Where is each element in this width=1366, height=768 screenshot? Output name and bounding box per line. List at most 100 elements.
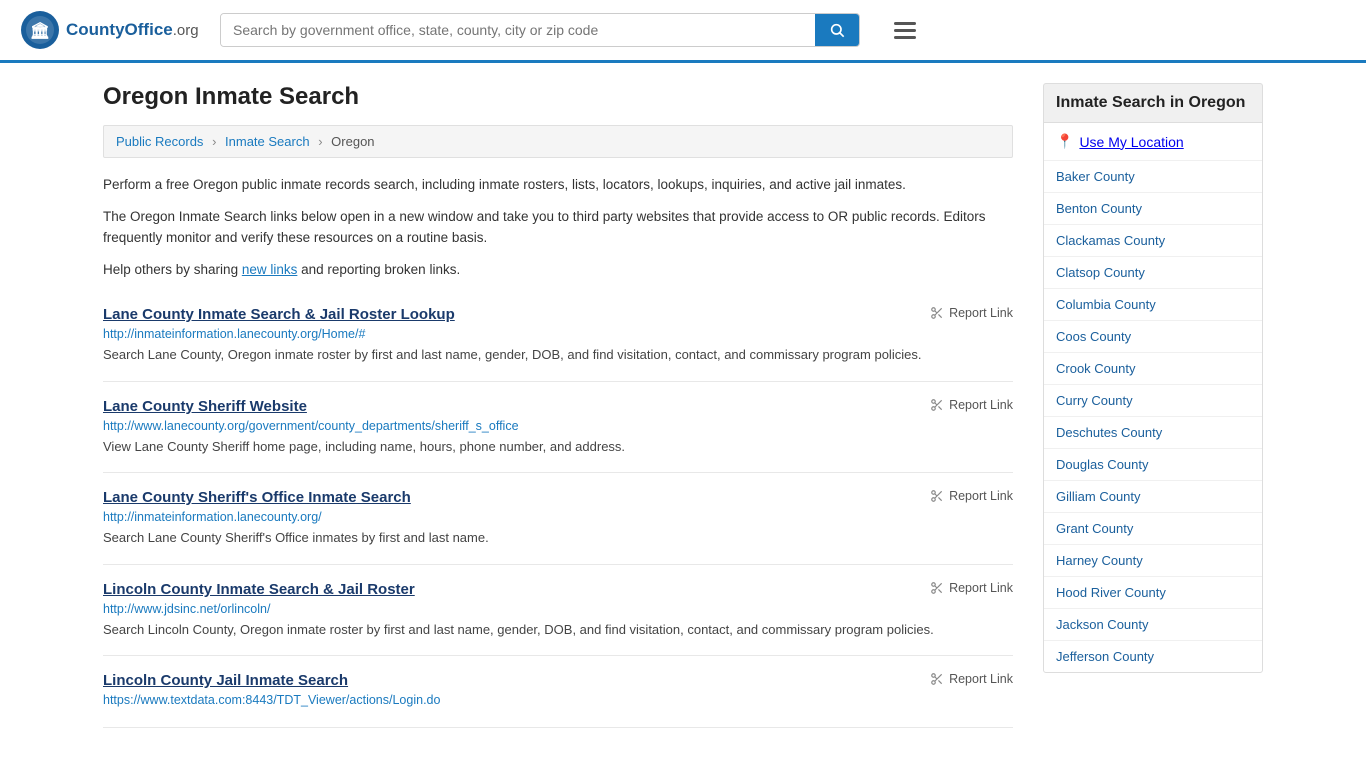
search-button[interactable] — [815, 14, 859, 46]
search-icon — [829, 22, 845, 38]
breadcrumb: Public Records › Inmate Search › Oregon — [103, 125, 1013, 158]
sidebar-county-item: Harney County — [1044, 545, 1262, 577]
county-list: Baker County Benton County Clackamas Count… — [1044, 161, 1262, 672]
sidebar-county-item: Baker County — [1044, 161, 1262, 193]
description-p1: Perform a free Oregon public inmate reco… — [103, 174, 1013, 196]
report-link-2[interactable]: Report Link — [930, 489, 1013, 503]
county-link-10[interactable]: Gilliam County — [1056, 489, 1141, 504]
new-links-link[interactable]: new links — [242, 262, 298, 277]
description: Perform a free Oregon public inmate reco… — [103, 174, 1013, 280]
result-item: Lincoln County Jail Inmate Search Report… — [103, 656, 1013, 728]
county-link-7[interactable]: Curry County — [1056, 393, 1133, 408]
result-header: Lincoln County Jail Inmate Search Report… — [103, 672, 1013, 689]
result-url-4[interactable]: https://www.textdata.com:8443/TDT_Viewer… — [103, 693, 1013, 707]
logo-area: 🏛 CountyOffice.org — [20, 10, 200, 50]
result-item: Lane County Inmate Search & Jail Roster … — [103, 290, 1013, 382]
sidebar-county-item: Deschutes County — [1044, 417, 1262, 449]
menu-line-1 — [894, 22, 916, 25]
result-url-2[interactable]: http://inmateinformation.lanecounty.org/ — [103, 510, 1013, 524]
result-desc-0: Search Lane County, Oregon inmate roster… — [103, 345, 1013, 365]
sidebar-title: Inmate Search in Oregon — [1043, 83, 1263, 122]
result-title-4[interactable]: Lincoln County Jail Inmate Search — [103, 672, 348, 689]
result-header: Lane County Sheriff's Office Inmate Sear… — [103, 489, 1013, 506]
result-item: Lane County Sheriff's Office Inmate Sear… — [103, 473, 1013, 565]
results-list: Lane County Inmate Search & Jail Roster … — [103, 290, 1013, 728]
sidebar-county-item: Douglas County — [1044, 449, 1262, 481]
sidebar-county-item: Columbia County — [1044, 289, 1262, 321]
county-link-9[interactable]: Douglas County — [1056, 457, 1149, 472]
result-desc-2: Search Lane County Sheriff's Office inma… — [103, 528, 1013, 548]
sidebar-county-item: Jackson County — [1044, 609, 1262, 641]
sidebar-county-item: Coos County — [1044, 321, 1262, 353]
menu-line-3 — [894, 36, 916, 39]
sidebar-list: 📍 Use My Location Baker County Benton Cou… — [1043, 122, 1263, 673]
county-link-1[interactable]: Benton County — [1056, 201, 1142, 216]
county-link-8[interactable]: Deschutes County — [1056, 425, 1162, 440]
scissors-icon — [930, 581, 944, 595]
content-area: Oregon Inmate Search Public Records › In… — [103, 83, 1013, 728]
menu-line-2 — [894, 29, 916, 32]
county-link-12[interactable]: Harney County — [1056, 553, 1143, 568]
sidebar-county-item: Clackamas County — [1044, 225, 1262, 257]
description-p2: The Oregon Inmate Search links below ope… — [103, 206, 1013, 249]
result-url-3[interactable]: http://www.jdsinc.net/orlincoln/ — [103, 602, 1013, 616]
report-link-4[interactable]: Report Link — [930, 672, 1013, 686]
county-link-0[interactable]: Baker County — [1056, 169, 1135, 184]
breadcrumb-public-records[interactable]: Public Records — [116, 134, 203, 149]
breadcrumb-separator-2: › — [318, 134, 322, 149]
report-link-3[interactable]: Report Link — [930, 581, 1013, 595]
sidebar-county-item: Crook County — [1044, 353, 1262, 385]
county-link-15[interactable]: Jefferson County — [1056, 649, 1154, 664]
description-p3: Help others by sharing new links and rep… — [103, 259, 1013, 281]
search-container — [220, 13, 860, 47]
sidebar-county-item: Jefferson County — [1044, 641, 1262, 672]
sidebar-county-item: Grant County — [1044, 513, 1262, 545]
report-link-0[interactable]: Report Link — [930, 306, 1013, 320]
report-link-1[interactable]: Report Link — [930, 398, 1013, 412]
svg-text:🏛: 🏛 — [30, 21, 50, 40]
main-wrapper: Oregon Inmate Search Public Records › In… — [83, 63, 1283, 748]
county-link-14[interactable]: Jackson County — [1056, 617, 1149, 632]
use-my-location[interactable]: 📍 Use My Location — [1044, 123, 1262, 161]
logo-text: CountyOffice.org — [66, 20, 199, 40]
county-link-5[interactable]: Coos County — [1056, 329, 1131, 344]
county-link-4[interactable]: Columbia County — [1056, 297, 1156, 312]
hamburger-menu-button[interactable] — [888, 16, 922, 45]
county-link-6[interactable]: Crook County — [1056, 361, 1135, 376]
result-header: Lincoln County Inmate Search & Jail Rost… — [103, 581, 1013, 598]
result-item: Lane County Sheriff Website Report Link … — [103, 382, 1013, 474]
sidebar-county-item: Curry County — [1044, 385, 1262, 417]
result-desc-3: Search Lincoln County, Oregon inmate ros… — [103, 620, 1013, 640]
result-title-0[interactable]: Lane County Inmate Search & Jail Roster … — [103, 306, 455, 323]
result-header: Lane County Inmate Search & Jail Roster … — [103, 306, 1013, 323]
header: 🏛 CountyOffice.org — [0, 0, 1366, 63]
result-url-1[interactable]: http://www.lanecounty.org/government/cou… — [103, 419, 1013, 433]
breadcrumb-separator-1: › — [212, 134, 216, 149]
breadcrumb-current: Oregon — [331, 134, 374, 149]
sidebar: Inmate Search in Oregon 📍 Use My Locatio… — [1043, 83, 1263, 728]
county-link-11[interactable]: Grant County — [1056, 521, 1133, 536]
result-item: Lincoln County Inmate Search & Jail Rost… — [103, 565, 1013, 657]
sidebar-county-item: Benton County — [1044, 193, 1262, 225]
result-desc-1: View Lane County Sheriff home page, incl… — [103, 437, 1013, 457]
scissors-icon — [930, 489, 944, 503]
breadcrumb-inmate-search[interactable]: Inmate Search — [225, 134, 310, 149]
scissors-icon — [930, 398, 944, 412]
scissors-icon — [930, 672, 944, 686]
scissors-icon — [930, 306, 944, 320]
county-link-13[interactable]: Hood River County — [1056, 585, 1166, 600]
result-title-1[interactable]: Lane County Sheriff Website — [103, 398, 307, 415]
county-link-3[interactable]: Clatsop County — [1056, 265, 1145, 280]
result-url-0[interactable]: http://inmateinformation.lanecounty.org/… — [103, 327, 1013, 341]
county-link-2[interactable]: Clackamas County — [1056, 233, 1165, 248]
sidebar-county-item: Gilliam County — [1044, 481, 1262, 513]
result-title-2[interactable]: Lane County Sheriff's Office Inmate Sear… — [103, 489, 411, 506]
result-title-3[interactable]: Lincoln County Inmate Search & Jail Rost… — [103, 581, 415, 598]
sidebar-county-item: Hood River County — [1044, 577, 1262, 609]
logo-icon: 🏛 — [20, 10, 60, 50]
search-input[interactable] — [221, 14, 815, 46]
page-title: Oregon Inmate Search — [103, 83, 1013, 111]
use-my-location-link[interactable]: Use My Location — [1079, 134, 1183, 150]
result-header: Lane County Sheriff Website Report Link — [103, 398, 1013, 415]
location-pin-icon: 📍 — [1056, 133, 1073, 150]
